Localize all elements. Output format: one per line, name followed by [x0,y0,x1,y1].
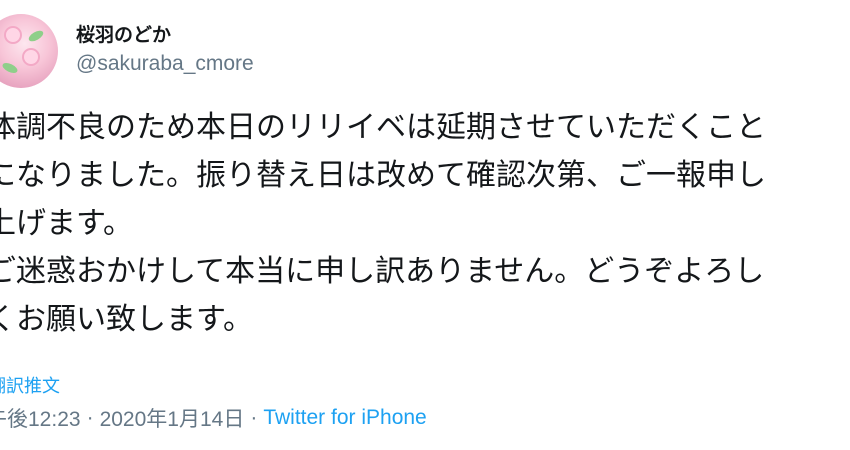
tweet-source-link[interactable]: Twitter for iPhone [263,406,426,430]
tweet-text-line: ご迷惑おかけして本当に申し訳ありません。どうぞよろし [0,254,765,289]
flower-decoration [6,28,20,42]
tweet-text-line: くお願い致します。 [0,302,253,337]
translate-tweet-link[interactable]: 翻訳推文 [0,372,60,398]
user-handle[interactable]: @sakuraba_cmore [76,50,254,78]
tweet-time[interactable]: 午後12:23 [0,403,81,433]
flower-decoration [24,50,38,64]
meta-separator: · [86,406,94,429]
meta-separator: · [250,406,258,429]
author-block[interactable]: 桜羽のどか @sakuraba_cmore [76,22,254,78]
tweet-card: 桜羽のどか @sakuraba_cmore 体調不良のため本日のリリイベは延期さ… [0,0,850,450]
avatar[interactable] [0,14,60,88]
tweet-metadata: 午後12:23 · 2020年1月14日 · Twitter for iPhon… [0,403,427,433]
tweet-text: 体調不良のため本日のリリイベは延期させていただくこと になりました。振り替え日は… [0,104,846,344]
tweet-text-line: 上げます。 [0,206,133,241]
tweet-text-line: になりました。振り替え日は改めて確認次第、ご一報申し [0,158,766,193]
tweet-text-line: 体調不良のため本日のリリイベは延期させていただくこと [0,110,766,145]
tweet-date[interactable]: 2020年1月14日 [100,403,245,433]
display-name[interactable]: 桜羽のどか [76,22,254,48]
